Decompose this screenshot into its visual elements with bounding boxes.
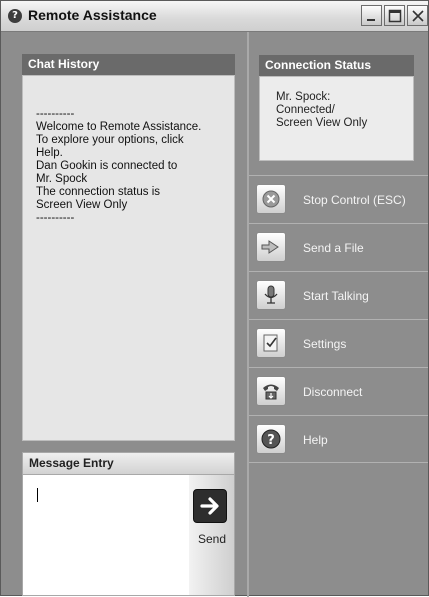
send-file-icon [256, 232, 286, 262]
action-label: Send a File [303, 241, 364, 255]
svg-text:?: ? [267, 433, 275, 448]
close-button[interactable] [407, 5, 428, 26]
send-button[interactable] [193, 489, 227, 523]
maximize-icon [388, 9, 402, 23]
chat-line: ---------- [36, 108, 75, 120]
stop-control-button[interactable]: Stop Control (ESC) [249, 175, 428, 223]
connection-status-header: Connection Status [259, 55, 414, 76]
action-label: Disconnect [303, 385, 363, 399]
title-bar[interactable]: ? Remote Assistance [1, 1, 428, 32]
chat-history-header: Chat History [22, 54, 235, 75]
text-caret [37, 488, 38, 502]
remote-assistance-window: ? Remote Assistance Chat History -------… [0, 0, 429, 597]
minimize-button[interactable] [361, 5, 382, 26]
stop-icon [256, 184, 286, 214]
chat-line: Dan Gookin is connected to [36, 160, 178, 172]
arrow-right-icon [200, 497, 219, 515]
microphone-icon [256, 280, 286, 310]
chat-line: The connection status is [36, 186, 161, 198]
action-label: Start Talking [303, 289, 369, 303]
message-entry-header: Message Entry [22, 452, 235, 474]
start-talking-button[interactable]: Start Talking [249, 271, 428, 319]
disconnect-button[interactable]: Disconnect [249, 367, 428, 415]
status-line: Connected/ [276, 104, 335, 116]
send-button-area[interactable]: Send [189, 474, 235, 596]
action-label: Settings [303, 337, 347, 351]
close-icon [412, 10, 424, 22]
chat-line: To explore your options, click [36, 134, 184, 146]
help-button[interactable]: ? Help [249, 415, 428, 463]
action-label: Stop Control (ESC) [303, 193, 406, 207]
status-line: Mr. Spock: [276, 91, 331, 103]
settings-button[interactable]: Settings [249, 319, 428, 367]
status-line: Screen View Only [276, 117, 368, 129]
action-label: Help [303, 433, 328, 447]
settings-icon [256, 328, 286, 358]
remote-assistance-icon: ? [8, 9, 22, 23]
maximize-button[interactable] [384, 5, 405, 26]
chat-history-panel[interactable]: ---------- Welcome to Remote Assistance.… [22, 75, 235, 441]
chat-line: Help. [36, 147, 63, 159]
send-label: Send [198, 532, 227, 546]
help-icon: ? [256, 424, 286, 454]
connection-status-panel: Mr. Spock: Connected/ Screen View Only [259, 76, 414, 161]
actions-list: Stop Control (ESC) Send a File Start Tal… [249, 175, 428, 463]
minimize-icon [367, 19, 375, 21]
send-file-button[interactable]: Send a File [249, 223, 428, 271]
chat-line: Mr. Spock [36, 173, 88, 185]
message-entry-input[interactable] [22, 474, 189, 596]
chat-line: Screen View Only [36, 199, 128, 211]
chat-line: Welcome to Remote Assistance. [36, 121, 202, 133]
disconnect-icon [256, 376, 286, 406]
window-title: Remote Assistance [28, 7, 157, 23]
chat-line: ---------- [36, 212, 75, 224]
